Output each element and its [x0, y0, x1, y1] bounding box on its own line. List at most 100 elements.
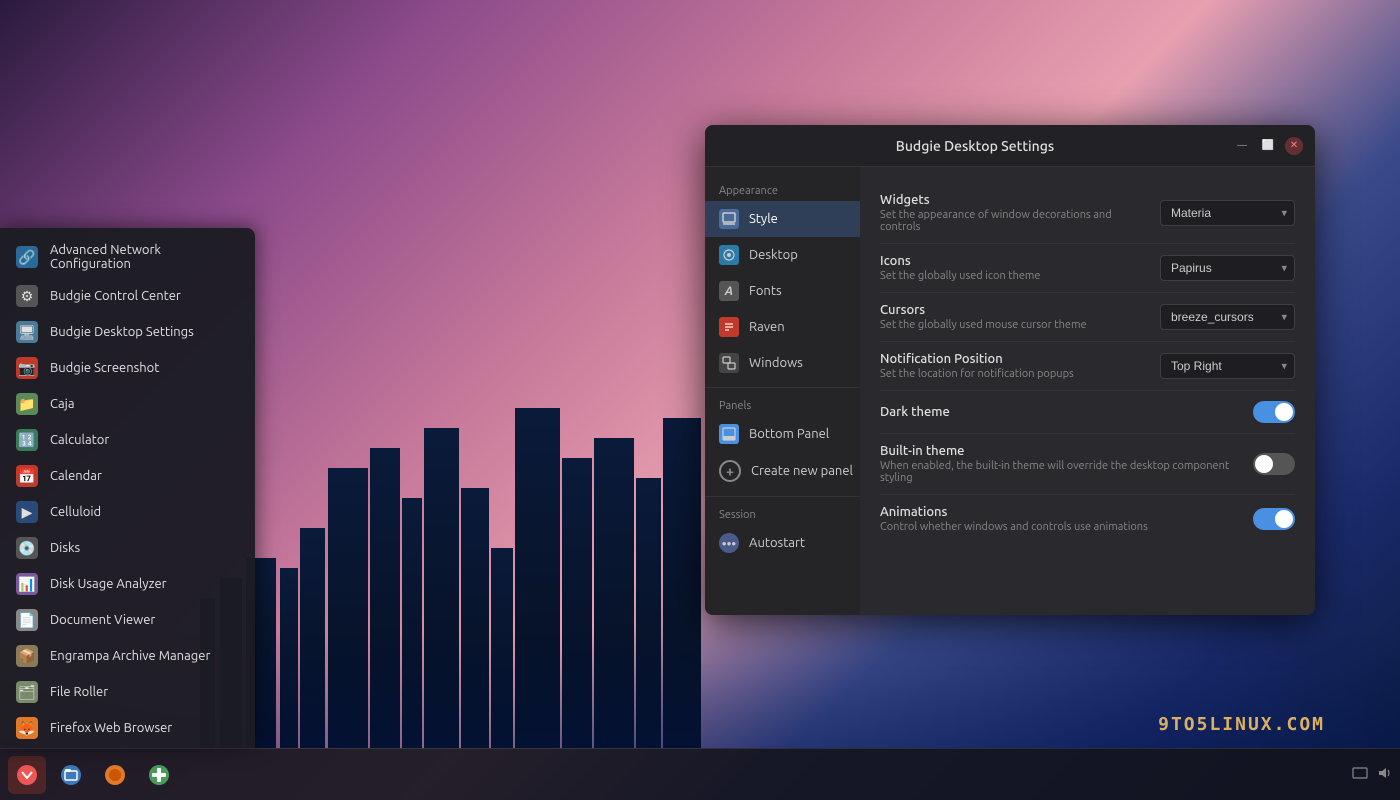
app-label-engrampa: Engrampa Archive Manager: [50, 649, 210, 663]
taskbar-right: [1352, 765, 1392, 784]
icons-dropdown[interactable]: Papirus: [1160, 255, 1295, 281]
widgets-row: Widgets Set the appearance of window dec…: [880, 183, 1295, 244]
sidebar-item-raven[interactable]: Raven: [705, 309, 860, 345]
maximize-button[interactable]: ⬜: [1259, 137, 1277, 155]
app-menu-item-calculator[interactable]: 🔢 Calculator: [0, 422, 255, 458]
app-menu-item-budgie-desktop[interactable]: 🖥 Budgie Desktop Settings: [0, 314, 255, 350]
notif-pos-label: Notification Position Set the location f…: [880, 352, 1150, 380]
builtin-theme-label: Built-in theme When enabled, the built-i…: [880, 444, 1243, 484]
window-title: Budgie Desktop Settings: [717, 138, 1233, 154]
app-label-caja: Caja: [50, 397, 75, 411]
dark-theme-row: Dark theme: [880, 391, 1295, 434]
notif-pos-dropdown-wrapper[interactable]: Top Right: [1160, 353, 1295, 379]
sidebar-item-bottom-panel[interactable]: Bottom Panel: [705, 416, 860, 452]
session-section-label: Session: [705, 503, 860, 525]
icons-dropdown-wrapper[interactable]: Papirus: [1160, 255, 1295, 281]
dark-theme-toggle[interactable]: [1253, 401, 1295, 423]
app-icon-budgie-screenshot: 📷: [16, 357, 38, 379]
minimize-button[interactable]: —: [1233, 137, 1251, 155]
notif-pos-row: Notification Position Set the location f…: [880, 342, 1295, 391]
fonts-label: Fonts: [749, 284, 782, 298]
app-menu-item-disk-usage[interactable]: 📊 Disk Usage Analyzer: [0, 566, 255, 602]
raven-label: Raven: [749, 320, 785, 334]
volume-icon: [1376, 765, 1392, 784]
sidebar-item-windows[interactable]: Windows: [705, 345, 860, 381]
app-icon-calculator: 🔢: [16, 429, 38, 451]
taskbar-menu-button[interactable]: [8, 756, 46, 794]
taskbar-browser-button[interactable]: [96, 756, 134, 794]
app-menu-item-calendar[interactable]: 📅 Calendar: [0, 458, 255, 494]
cursors-dropdown-wrapper[interactable]: breeze_cursors: [1160, 304, 1295, 330]
dark-theme-knob: [1275, 403, 1293, 421]
icons-label: Icons Set the globally used icon theme: [880, 254, 1150, 282]
autostart-label: Autostart: [749, 536, 805, 550]
app-menu-item-celluloid[interactable]: ▶ Celluloid: [0, 494, 255, 530]
widgets-desc: Set the appearance of window decorations…: [880, 209, 1150, 233]
style-label: Style: [749, 212, 778, 226]
autostart-icon: ●●●: [719, 533, 739, 553]
close-button[interactable]: ✕: [1285, 137, 1303, 155]
app-menu-item-disks[interactable]: 💿 Disks: [0, 530, 255, 566]
sidebar-item-desktop[interactable]: Desktop: [705, 237, 860, 273]
bottom-panel-icon: [719, 424, 739, 444]
app-icon-celluloid: ▶: [16, 501, 38, 523]
app-menu-item-firefox[interactable]: 🦊 Firefox Web Browser: [0, 710, 255, 746]
raven-icon: [719, 317, 739, 337]
builtin-theme-toggle[interactable]: [1253, 453, 1295, 475]
sidebar-divider-1: [705, 387, 860, 388]
appearance-section-label: Appearance: [705, 179, 860, 201]
sidebar-item-fonts[interactable]: A Fonts: [705, 273, 860, 309]
taskbar-left: [8, 756, 178, 794]
animations-title: Animations: [880, 505, 1243, 519]
taskbar-control-button[interactable]: [140, 756, 178, 794]
app-label-firefox: Firefox Web Browser: [50, 721, 172, 735]
app-menu-item-budgie-screenshot[interactable]: 📷 Budgie Screenshot: [0, 350, 255, 386]
app-label-disk-usage: Disk Usage Analyzer: [50, 577, 167, 591]
window-titlebar: Budgie Desktop Settings — ⬜ ✕: [705, 125, 1315, 167]
sidebar-item-style[interactable]: Style: [705, 201, 860, 237]
app-icon-advanced-network: 🔗: [16, 246, 38, 268]
icons-title: Icons: [880, 254, 1150, 268]
widgets-dropdown[interactable]: Materia: [1160, 200, 1295, 226]
builtin-theme-knob: [1255, 455, 1273, 473]
app-label-calendar: Calendar: [50, 469, 102, 483]
cursors-label: Cursors Set the globally used mouse curs…: [880, 303, 1150, 331]
settings-content: Widgets Set the appearance of window dec…: [860, 167, 1315, 615]
app-label-document: Document Viewer: [50, 613, 155, 627]
app-icon-firefox: 🦊: [16, 717, 38, 739]
windows-label: Windows: [749, 356, 803, 370]
builtin-theme-row: Built-in theme When enabled, the built-i…: [880, 434, 1295, 495]
site-watermark: 9TO5LINUX.COM: [1158, 714, 1325, 735]
app-menu-item-document[interactable]: 📄 Document Viewer: [0, 602, 255, 638]
notif-pos-dropdown[interactable]: Top Right: [1160, 353, 1295, 379]
app-label-budgie-control: Budgie Control Center: [50, 289, 181, 303]
cursors-dropdown[interactable]: breeze_cursors: [1160, 304, 1295, 330]
animations-row: Animations Control whether windows and c…: [880, 495, 1295, 543]
app-label-budgie-screenshot: Budgie Screenshot: [50, 361, 159, 375]
app-icon-document: 📄: [16, 609, 38, 631]
app-icon-budgie-desktop: 🖥: [16, 321, 38, 343]
cursors-row: Cursors Set the globally used mouse curs…: [880, 293, 1295, 342]
animations-toggle[interactable]: [1253, 508, 1295, 530]
sidebar-item-autostart[interactable]: ●●● Autostart: [705, 525, 860, 561]
style-icon: [719, 209, 739, 229]
dark-theme-label: Dark theme: [880, 405, 1243, 419]
app-label-advanced-network: Advanced Network Configuration: [50, 243, 239, 271]
app-menu-item-engrampa[interactable]: 📦 Engrampa Archive Manager: [0, 638, 255, 674]
app-menu-item-gedit[interactable]: ✏ gedit: [0, 746, 255, 748]
app-menu: 🔗 Advanced Network Configuration ⚙ Budgi…: [0, 228, 255, 748]
app-menu-item-budgie-control[interactable]: ⚙ Budgie Control Center: [0, 278, 255, 314]
app-menu-item-caja[interactable]: 📁 Caja: [0, 386, 255, 422]
panels-section-label: Panels: [705, 394, 860, 416]
create-panel-item[interactable]: + Create new panel: [705, 452, 860, 490]
app-menu-item-advanced-network[interactable]: 🔗 Advanced Network Configuration: [0, 236, 255, 278]
widgets-dropdown-wrapper[interactable]: Materia: [1160, 200, 1295, 226]
app-icon-engrampa: 📦: [16, 645, 38, 667]
app-menu-item-file-roller[interactable]: 🗂 File Roller: [0, 674, 255, 710]
app-label-calculator: Calculator: [50, 433, 109, 447]
screen-record-icon: [1352, 765, 1368, 784]
add-panel-icon: +: [719, 460, 741, 482]
desktop-icon: [719, 245, 739, 265]
widgets-title: Widgets: [880, 193, 1150, 207]
taskbar-files-button[interactable]: [52, 756, 90, 794]
